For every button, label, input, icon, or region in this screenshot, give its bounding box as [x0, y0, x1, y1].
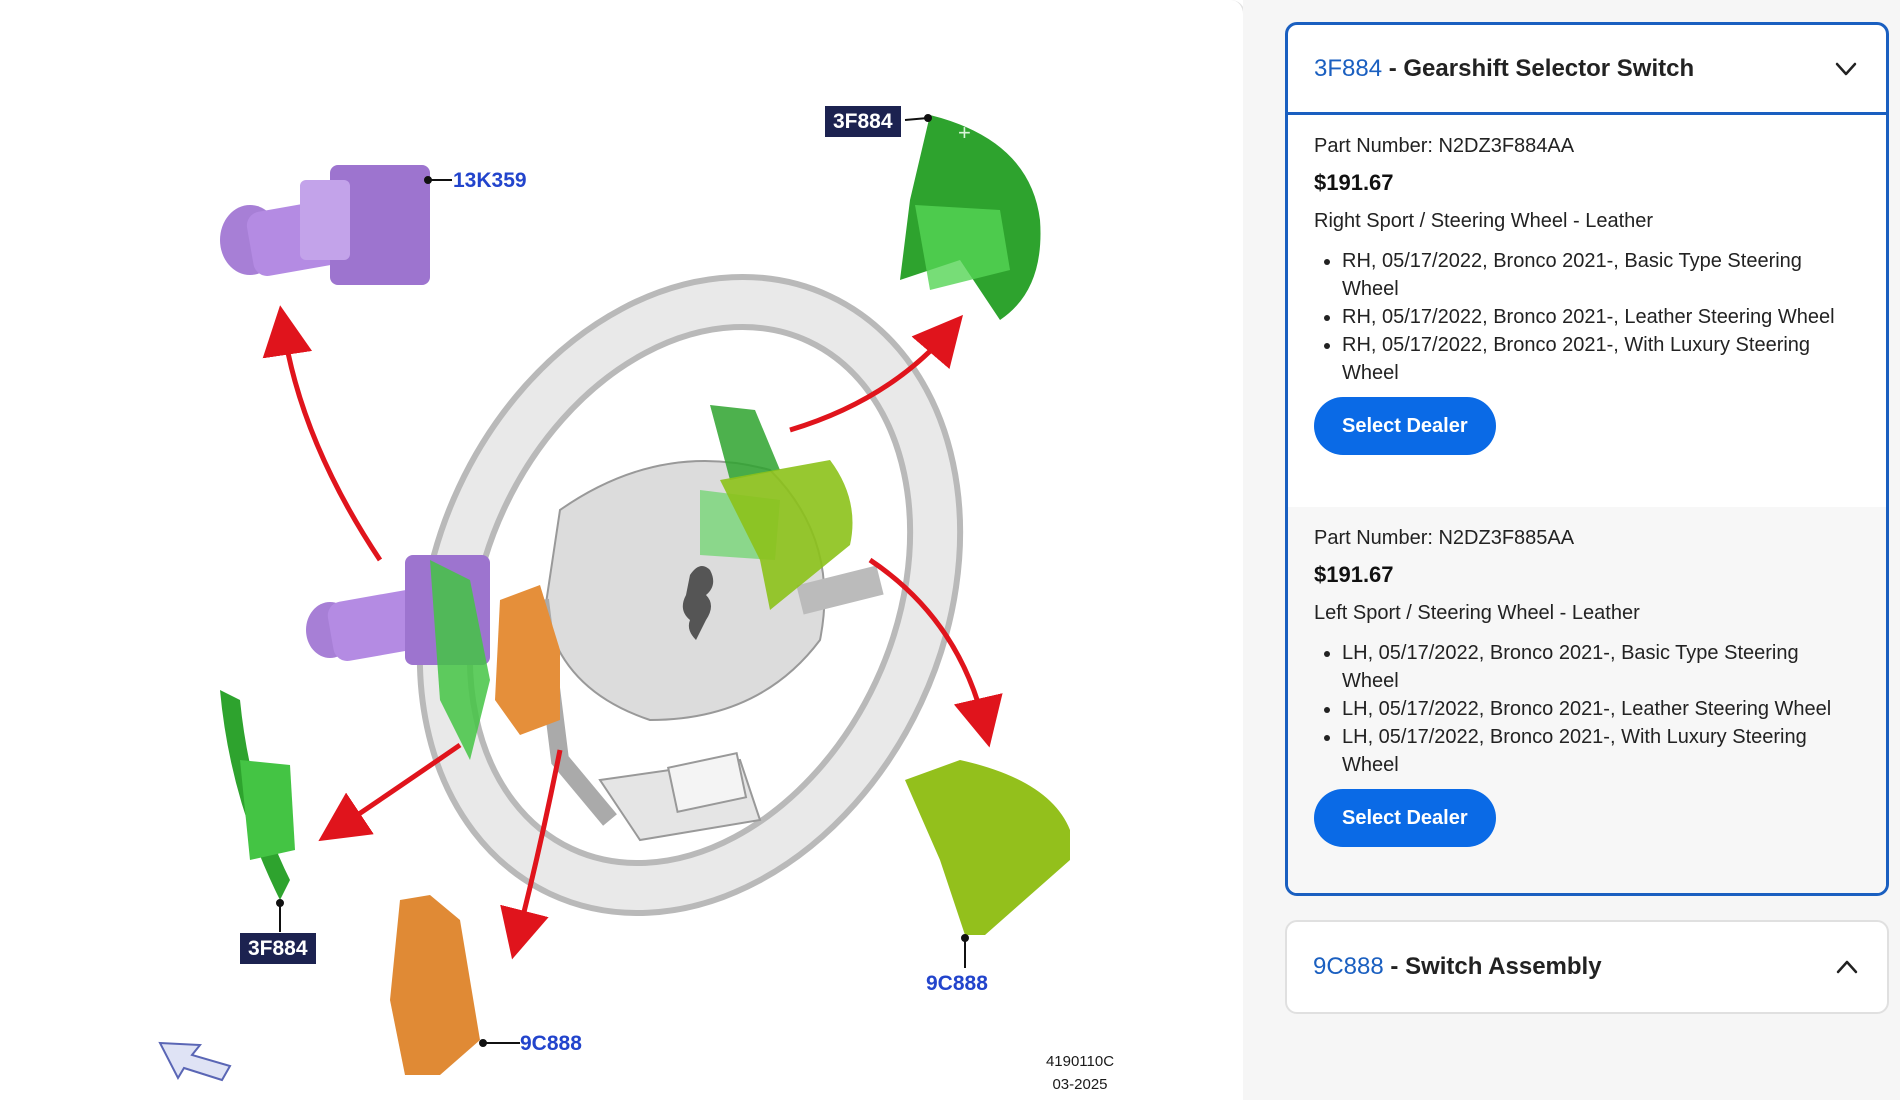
left-paddle-exploded: [220, 690, 295, 900]
svg-text:+: +: [958, 120, 971, 145]
drawing-reference: 4190110C 03-2025: [1030, 1050, 1130, 1096]
section-header-3f884[interactable]: 3F884 - Gearshift Selector Switch: [1288, 25, 1886, 115]
chevron-down-icon[interactable]: [1832, 55, 1860, 83]
callout-9c888-left[interactable]: 9C888: [520, 1031, 582, 1056]
callout-3f884-right[interactable]: 3F884: [825, 106, 901, 137]
right-paddle-exploded: +: [900, 115, 1041, 320]
section-code[interactable]: 9C888: [1313, 953, 1384, 981]
steering-wheel-diagram: +: [158, 114, 1070, 1082]
navigate-arrow-icon[interactable]: [158, 1041, 232, 1082]
diagram-panel[interactable]: + 13K359 3F884 3F884 9C888 9C888 4190110…: [0, 0, 1245, 1100]
application-item: LH, 05/17/2022, Bronco 2021-, Basic Type…: [1342, 639, 1860, 695]
select-dealer-button[interactable]: Select Dealer: [1314, 397, 1496, 455]
section-title: Switch Assembly: [1405, 953, 1602, 980]
section-header-9c888[interactable]: 9C888 - Switch Assembly: [1287, 922, 1887, 1012]
multifunction-switch-exploded: [220, 165, 430, 285]
parts-panel: 3F884 - Gearshift Selector Switch Part N…: [1243, 0, 1900, 1100]
parts-section-9c888: 9C888 - Switch Assembly: [1285, 920, 1889, 1014]
parts-section-3f884: 3F884 - Gearshift Selector Switch Part N…: [1285, 22, 1889, 896]
application-item: RH, 05/17/2022, Bronco 2021-, Basic Type…: [1342, 247, 1860, 303]
left-switch-exploded: [390, 895, 480, 1075]
part-number: Part Number: N2DZ3F884AA: [1314, 135, 1575, 157]
part-number: Part Number: N2DZ3F885AA: [1314, 527, 1575, 549]
callout-3f884-left[interactable]: 3F884: [240, 933, 316, 964]
application-list: RH, 05/17/2022, Bronco 2021-, Basic Type…: [1314, 247, 1860, 387]
section-separator: -: [1382, 54, 1404, 82]
part-description: Left Sport / Steering Wheel - Leather: [1314, 602, 1640, 624]
section-code[interactable]: 3F884: [1314, 55, 1382, 83]
chevron-up-icon[interactable]: [1833, 953, 1861, 981]
select-dealer-button[interactable]: Select Dealer: [1314, 789, 1496, 847]
callout-9c888-right[interactable]: 9C888: [926, 971, 988, 996]
drawing-date: 03-2025: [1052, 1076, 1108, 1093]
part-price: $191.67: [1314, 562, 1394, 587]
application-item: LH, 05/17/2022, Bronco 2021-, With Luxur…: [1342, 723, 1860, 779]
section-separator: -: [1383, 953, 1406, 980]
application-list: LH, 05/17/2022, Bronco 2021-, Basic Type…: [1314, 639, 1860, 779]
application-item: RH, 05/17/2022, Bronco 2021-, With Luxur…: [1342, 331, 1860, 387]
right-switch-exploded: [905, 760, 1070, 935]
application-item: RH, 05/17/2022, Bronco 2021-, Leather St…: [1342, 303, 1860, 331]
drawing-id: 4190110C: [1045, 1053, 1115, 1070]
section-title: Gearshift Selector Switch: [1403, 54, 1695, 82]
part-price: $191.67: [1314, 170, 1394, 195]
part-description: Right Sport / Steering Wheel - Leather: [1314, 210, 1654, 232]
part-item: Part Number: N2DZ3F885AA $191.67 Left Sp…: [1288, 507, 1886, 893]
application-item: LH, 05/17/2022, Bronco 2021-, Leather St…: [1342, 695, 1860, 723]
part-item: Part Number: N2DZ3F884AA $191.67 Right S…: [1288, 115, 1886, 507]
callout-13k359[interactable]: 13K359: [453, 168, 527, 193]
